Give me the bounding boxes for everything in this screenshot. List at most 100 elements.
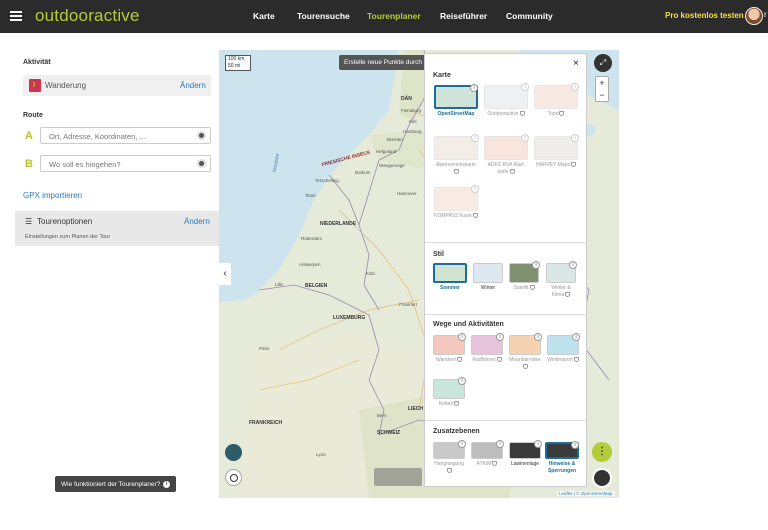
info-icon[interactable]: i: [521, 134, 529, 142]
activity-selector[interactable]: 🚶 Wanderung Ändern: [23, 75, 211, 96]
info-icon[interactable]: i: [496, 440, 504, 448]
pro-trial-link[interactable]: Pro kostenlos testen: [665, 11, 744, 20]
map-label-belgien: BELGIEN: [305, 283, 328, 289]
map-label-paris: Paris: [259, 346, 270, 351]
info-icon[interactable]: i: [521, 83, 529, 91]
divider: [425, 420, 588, 421]
tile-wandern[interactable]: i Wandern: [433, 333, 466, 364]
tile-hangneigung[interactable]: i Hangneigung: [433, 440, 466, 475]
tile-label: OpenStreetMap: [437, 111, 475, 117]
info-icon[interactable]: i: [458, 377, 466, 385]
locate-end-icon[interactable]: [197, 159, 206, 168]
end-placeholder: Wo soll es hingehen?: [49, 160, 121, 169]
tile-hinweise[interactable]: i Hinweise & Sperrungen: [545, 441, 579, 475]
info-icon[interactable]: i: [572, 333, 580, 341]
activity-change-link[interactable]: Ändern: [180, 81, 206, 90]
map-label-hamburg: Hamburg: [403, 129, 422, 134]
divider: [425, 242, 588, 243]
tile-label: Mountain-bike: [509, 357, 541, 363]
tile-mountainbike[interactable]: i Mountain-bike: [509, 333, 542, 371]
info-icon[interactable]: i: [571, 134, 579, 142]
gpx-import-link[interactable]: GPX importieren: [23, 191, 82, 200]
ketten-thumb: i: [433, 377, 466, 399]
map-attribution[interactable]: Leaflet | © OpenStreetMap: [557, 491, 615, 496]
nav-community[interactable]: Community: [506, 11, 553, 21]
nav-reisefuehrer[interactable]: Reiseführer: [440, 11, 487, 21]
activity-value: Wanderung: [45, 81, 87, 90]
tile-ketten[interactable]: i Ketten: [433, 377, 466, 408]
tile-kompass[interactable]: i KOMPASS Karte: [434, 185, 479, 220]
avatar[interactable]: [745, 7, 763, 25]
info-icon[interactable]: i: [471, 134, 479, 142]
info-icon[interactable]: i: [496, 333, 504, 341]
outdooractive-thumb: i: [484, 83, 529, 109]
logo[interactable]: outdooractive: [35, 6, 140, 26]
zusatz-heading: Zusatzebenen: [433, 428, 480, 435]
shield-icon[interactable]: [225, 444, 242, 461]
tile-outdooractive[interactable]: i Outdooractive: [484, 83, 529, 118]
undo-redo-controls[interactable]: [374, 468, 422, 486]
info-icon[interactable]: i: [458, 440, 466, 448]
more-options-button[interactable]: ⋮: [592, 442, 612, 462]
tile-label: KOMPASS Karte: [434, 213, 472, 219]
tile-winter[interactable]: Winter: [473, 263, 503, 292]
info-icon[interactable]: i: [470, 84, 478, 92]
help-button[interactable]: Wie funktioniert der Tourenplaner? i: [55, 476, 177, 492]
collapse-sidebar-button[interactable]: ‹: [219, 263, 231, 285]
info-icon[interactable]: i: [571, 83, 579, 91]
wetter-thumb: i: [546, 261, 577, 283]
start-input[interactable]: Ort, Adresse, Koordinaten, ...: [40, 127, 211, 144]
tile-wetter[interactable]: i Wetter & Klima: [546, 261, 577, 299]
map-label-lyon: Lyon: [316, 452, 326, 457]
map-label-helgoland: Helgoland: [376, 149, 397, 154]
map-label-rotterdam: Rotterdam: [301, 236, 323, 241]
fullscreen-button[interactable]: ⤢: [594, 54, 612, 72]
tile-label: Wintersport: [547, 357, 573, 363]
map-label-terschelling: Terschelling: [315, 178, 339, 183]
layers-button[interactable]: [592, 468, 612, 488]
tour-options-change-link[interactable]: Ändern: [184, 217, 210, 226]
tile-adfc[interactable]: i ADFC-BVA Rad-karte: [484, 134, 529, 176]
tile-sommer[interactable]: Sommer: [433, 263, 467, 292]
layer-panel: × Karte i OpenStreetMap i Outdooractive …: [424, 53, 588, 487]
map-label-bremen: Bremen: [387, 137, 403, 142]
map-label-lille: Lille: [275, 282, 284, 287]
close-icon[interactable]: ×: [573, 58, 579, 69]
shield-icon: [571, 162, 576, 168]
info-icon[interactable]: i: [471, 185, 479, 193]
tile-radfahren[interactable]: i Radfahren: [471, 333, 504, 364]
tile-harvey[interactable]: i HARVEY Maps: [534, 134, 579, 169]
tile-topo[interactable]: i Topo: [534, 83, 579, 118]
nav-tourensuche[interactable]: Tourensuche: [297, 11, 350, 21]
tile-atkim[interactable]: i ATKIM: [471, 440, 504, 468]
info-icon: i: [163, 480, 171, 488]
zoom-out-button[interactable]: −: [596, 89, 608, 101]
info-icon[interactable]: i: [458, 333, 466, 341]
nav-tourenplaner[interactable]: Tourenplaner: [367, 11, 421, 21]
locate-me-button[interactable]: [225, 469, 242, 486]
tile-openstreetmap[interactable]: i OpenStreetMap: [434, 84, 478, 118]
adfc-thumb: i: [484, 134, 529, 160]
tour-options[interactable]: ☰ Tourenoptionen Ändern Einstellungen zu…: [15, 211, 219, 246]
start-marker-icon: A: [25, 130, 33, 142]
info-icon[interactable]: i: [571, 441, 579, 449]
end-input[interactable]: Wo soll es hingehen?: [40, 155, 211, 172]
nav-karte[interactable]: Karte: [253, 11, 275, 21]
topo-thumb: i: [534, 83, 579, 109]
tile-alpenvereinskarte[interactable]: i Alpenvereinskarte: [434, 134, 479, 176]
scale-km: 100 km: [228, 56, 245, 62]
tile-satellit[interactable]: i Satellit: [509, 261, 540, 292]
map-label-borkum: Borkum: [355, 170, 371, 175]
tile-wintersport[interactable]: i Wintersport: [547, 333, 580, 364]
info-icon[interactable]: i: [532, 261, 540, 269]
locate-start-icon[interactable]: [197, 131, 206, 140]
zoom-in-button[interactable]: +: [596, 77, 608, 89]
map-label-bern: Bern: [377, 413, 387, 418]
atkim-thumb: i: [471, 440, 504, 459]
info-icon[interactable]: i: [569, 261, 577, 269]
info-icon[interactable]: i: [534, 440, 542, 448]
menu-icon[interactable]: [10, 11, 22, 21]
shield-icon: [492, 461, 498, 467]
info-icon[interactable]: i: [534, 333, 542, 341]
tile-lawinenlage[interactable]: i Lawinenlage: [509, 440, 542, 468]
